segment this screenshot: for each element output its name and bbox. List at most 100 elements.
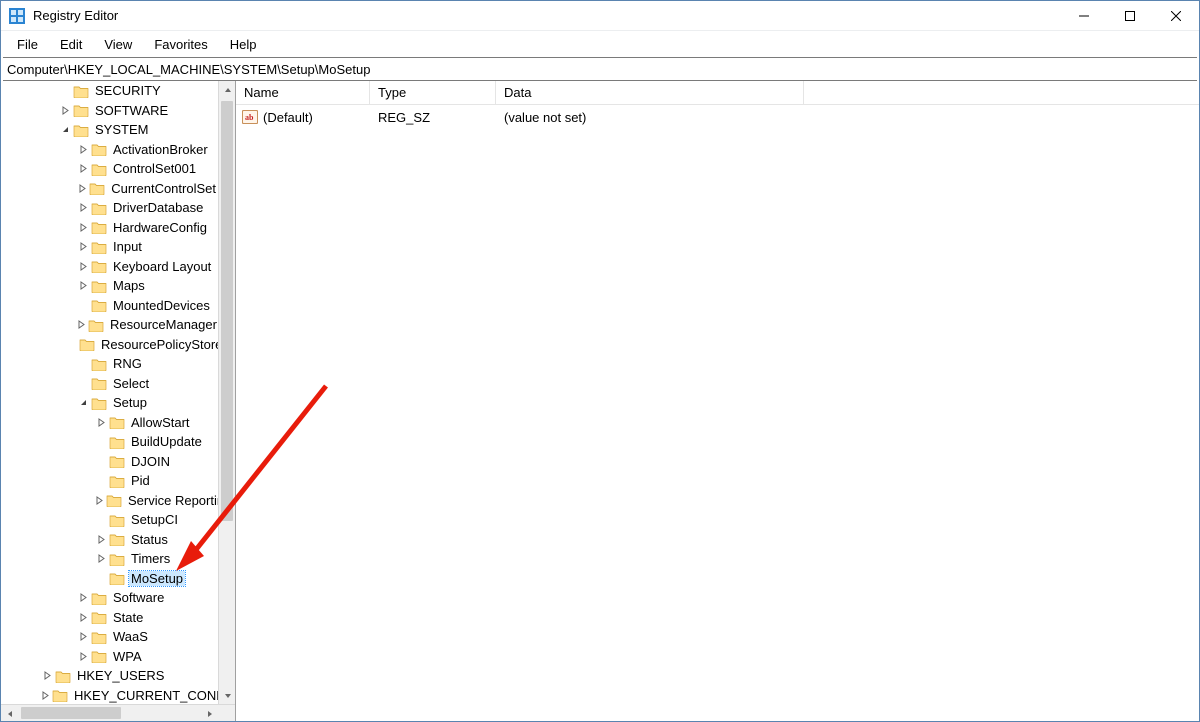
- expand-icon[interactable]: [77, 280, 89, 292]
- folder-icon: [109, 474, 125, 488]
- scroll-down-button[interactable]: [219, 687, 235, 704]
- tree-item-label: CurrentControlSet: [109, 181, 218, 196]
- tree-item-label: ControlSet001: [111, 161, 198, 176]
- expand-icon[interactable]: [95, 533, 107, 545]
- expand-icon[interactable]: [77, 163, 89, 175]
- expand-icon[interactable]: [77, 631, 89, 643]
- expand-icon[interactable]: [77, 143, 89, 155]
- scroll-left-button[interactable]: [1, 705, 18, 721]
- tree-item[interactable]: HardwareConfig: [1, 218, 218, 238]
- expand-icon[interactable]: [77, 241, 89, 253]
- svg-text:ab: ab: [245, 113, 254, 122]
- expand-icon[interactable]: [59, 104, 71, 116]
- folder-icon: [91, 201, 107, 215]
- tree-item[interactable]: HKEY_USERS: [1, 666, 218, 686]
- tree-item[interactable]: HKEY_CURRENT_CONFIG: [1, 686, 218, 706]
- tree-item[interactable]: Select: [1, 374, 218, 394]
- column-headers: Name Type Data: [236, 81, 1199, 105]
- tree-item[interactable]: RNG: [1, 354, 218, 374]
- scroll-right-button[interactable]: [201, 705, 218, 721]
- folder-icon: [91, 610, 107, 624]
- column-name[interactable]: Name: [236, 81, 370, 105]
- tree-item[interactable]: MoSetup: [1, 569, 218, 589]
- values-list[interactable]: ab (Default)REG_SZ(value not set): [236, 105, 1199, 721]
- tree-item[interactable]: SOFTWARE: [1, 101, 218, 121]
- menu-file[interactable]: File: [7, 35, 48, 54]
- expand-icon[interactable]: [77, 611, 89, 623]
- expand-icon[interactable]: [41, 689, 50, 701]
- maximize-button[interactable]: [1107, 1, 1153, 30]
- registry-tree[interactable]: SECURITY SOFTWARE SYSTEM ActivationBroke…: [1, 81, 218, 721]
- tree-item[interactable]: MountedDevices: [1, 296, 218, 316]
- tree-horizontal-scrollbar[interactable]: [1, 704, 235, 721]
- tree-vertical-scrollbar[interactable]: [218, 81, 235, 704]
- collapse-icon[interactable]: [59, 124, 71, 136]
- tree-item[interactable]: ResourceManager: [1, 315, 218, 335]
- tree-item[interactable]: ActivationBroker: [1, 140, 218, 160]
- expand-icon[interactable]: [95, 553, 107, 565]
- tree-item[interactable]: WPA: [1, 647, 218, 667]
- tree-item[interactable]: DJOIN: [1, 452, 218, 472]
- collapse-icon[interactable]: [77, 397, 89, 409]
- tree-item[interactable]: Software: [1, 588, 218, 608]
- menu-favorites[interactable]: Favorites: [144, 35, 217, 54]
- tree-item-label: SYSTEM: [93, 122, 150, 137]
- tree-item[interactable]: ControlSet001: [1, 159, 218, 179]
- tree-item[interactable]: Pid: [1, 471, 218, 491]
- expand-icon[interactable]: [77, 182, 87, 194]
- tree-item[interactable]: SetupCI: [1, 510, 218, 530]
- tree-item[interactable]: SYSTEM: [1, 120, 218, 140]
- tree-item-label: WaaS: [111, 629, 150, 644]
- tree-item-label: Setup: [111, 395, 149, 410]
- menu-edit[interactable]: Edit: [50, 35, 92, 54]
- tree-item[interactable]: Maps: [1, 276, 218, 296]
- menu-help[interactable]: Help: [220, 35, 267, 54]
- folder-icon: [109, 513, 125, 527]
- tree-pane: SECURITY SOFTWARE SYSTEM ActivationBroke…: [1, 81, 236, 721]
- tree-item[interactable]: WaaS: [1, 627, 218, 647]
- folder-icon: [91, 298, 107, 312]
- expand-icon[interactable]: [77, 221, 89, 233]
- tree-item[interactable]: Keyboard Layout: [1, 257, 218, 277]
- expand-icon[interactable]: [77, 319, 86, 331]
- scroll-thumb[interactable]: [221, 101, 233, 521]
- menu-view[interactable]: View: [94, 35, 142, 54]
- tree-item[interactable]: State: [1, 608, 218, 628]
- tree-item[interactable]: BuildUpdate: [1, 432, 218, 452]
- folder-icon: [52, 688, 68, 702]
- folder-icon: [91, 396, 107, 410]
- expand-icon[interactable]: [41, 670, 53, 682]
- tree-item[interactable]: SECURITY: [1, 81, 218, 101]
- tree-item[interactable]: DriverDatabase: [1, 198, 218, 218]
- expand-icon[interactable]: [77, 260, 89, 272]
- address-bar[interactable]: Computer\HKEY_LOCAL_MACHINE\SYSTEM\Setup…: [3, 57, 1197, 81]
- tree-item-label: SetupCI: [129, 512, 180, 527]
- folder-icon: [73, 123, 89, 137]
- close-button[interactable]: [1153, 1, 1199, 30]
- tree-item-label: BuildUpdate: [129, 434, 204, 449]
- expand-icon[interactable]: [77, 650, 89, 662]
- scroll-up-button[interactable]: [219, 81, 235, 98]
- tree-item[interactable]: Timers: [1, 549, 218, 569]
- column-type[interactable]: Type: [370, 81, 496, 105]
- tree-item[interactable]: AllowStart: [1, 413, 218, 433]
- column-data[interactable]: Data: [496, 81, 804, 105]
- tree-item[interactable]: ResourcePolicyStore: [1, 335, 218, 355]
- tree-item[interactable]: Input: [1, 237, 218, 257]
- value-type: REG_SZ: [370, 110, 496, 125]
- tree-item[interactable]: Setup: [1, 393, 218, 413]
- tree-item[interactable]: Status: [1, 530, 218, 550]
- tree-item[interactable]: CurrentControlSet: [1, 179, 218, 199]
- expand-icon[interactable]: [95, 494, 104, 506]
- tree-item[interactable]: Service Reporting: [1, 491, 218, 511]
- expand-icon[interactable]: [77, 202, 89, 214]
- value-data: (value not set): [496, 110, 804, 125]
- value-row[interactable]: ab (Default)REG_SZ(value not set): [236, 105, 1199, 129]
- app-icon: [9, 8, 25, 24]
- tree-item-label: DriverDatabase: [111, 200, 205, 215]
- expand-icon[interactable]: [77, 592, 89, 604]
- folder-icon: [88, 318, 104, 332]
- expand-icon[interactable]: [95, 416, 107, 428]
- scroll-thumb[interactable]: [21, 707, 121, 719]
- minimize-button[interactable]: [1061, 1, 1107, 30]
